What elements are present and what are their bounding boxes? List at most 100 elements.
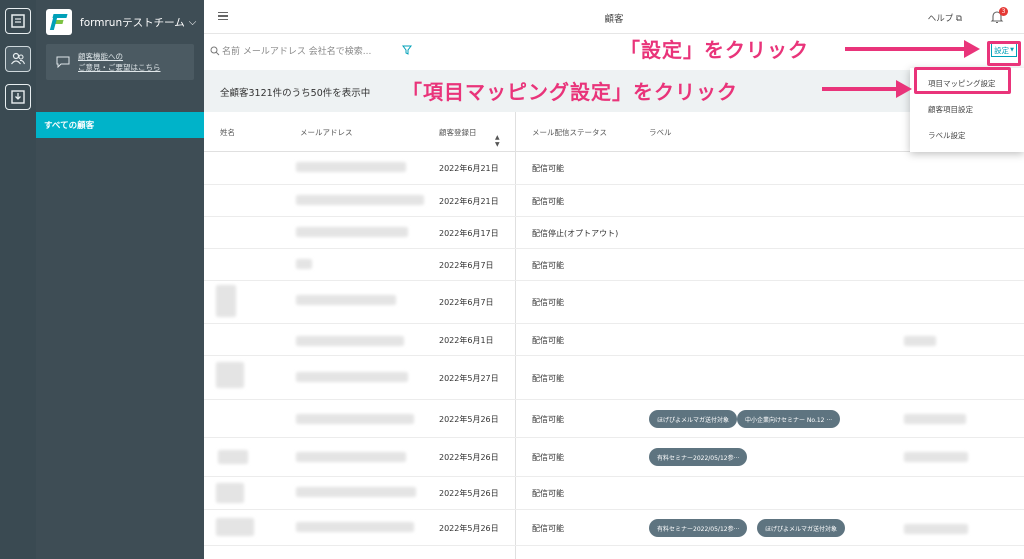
team-switcher[interactable]: formrunテストチーム ⌵	[46, 8, 196, 36]
table-row[interactable]: 2022年5月27日 配信可能	[204, 356, 1024, 400]
mail-status: 配信可能	[532, 197, 564, 206]
redacted-email	[296, 452, 406, 462]
redacted-email	[296, 195, 424, 205]
mail-status: 配信可能	[532, 524, 564, 533]
chevron-down-icon: ⌵	[188, 16, 197, 28]
filter-icon[interactable]	[402, 45, 412, 55]
inbox-download-icon[interactable]	[5, 84, 31, 110]
formrun-logo	[46, 9, 72, 35]
registered-date: 2022年5月26日	[439, 489, 499, 498]
mail-status: 配信可能	[532, 298, 564, 307]
registered-date: 2022年5月27日	[439, 374, 499, 383]
chat-bubble-icon	[56, 56, 70, 68]
redacted-email	[296, 227, 408, 237]
feedback-line2: ご意見・ご要望はこちら	[78, 63, 161, 72]
annotation-click-settings: 「設定」をクリック	[620, 38, 809, 62]
mail-status: 配信停止(オプトアウト)	[532, 229, 619, 238]
redacted-email	[296, 372, 408, 382]
label-tag[interactable]: 中小企業向けセミナー No.12 ···	[737, 410, 841, 428]
table-row[interactable]: 2022年6月7日 配信可能	[204, 249, 1024, 281]
registered-date: 2022年6月21日	[439, 197, 499, 206]
menu-item-label-settings[interactable]: ラベル設定	[928, 130, 966, 141]
icon-rail	[0, 0, 36, 559]
column-registered-date[interactable]: 顧客登録日	[439, 127, 477, 138]
sort-desc-icon[interactable]: ▲ ▼	[495, 134, 500, 148]
label-tag[interactable]: 有料セミナー2022/05/12参···	[649, 519, 748, 537]
mail-status: 配信可能	[532, 453, 564, 462]
arrow-right-icon	[964, 40, 980, 58]
search-bar: 設定▼	[204, 34, 1024, 70]
mapping-highlight-box	[914, 67, 1011, 94]
redacted-email	[296, 336, 404, 346]
registered-date: 2022年5月26日	[439, 524, 499, 533]
sidebar: formrunテストチーム ⌵ 顧客機能への ご意見・ご要望はこちら すべての顧…	[36, 0, 204, 559]
customers-icon[interactable]	[5, 46, 31, 72]
mail-status: 配信可能	[532, 415, 564, 424]
external-link-icon: ⧉	[953, 14, 962, 24]
redacted-name	[216, 285, 236, 317]
redacted-cell	[904, 414, 966, 424]
label-tag[interactable]: ほげぴよメルマガ送付対象	[757, 519, 846, 537]
search-input[interactable]	[222, 42, 400, 62]
redacted-cell	[904, 452, 968, 462]
forms-icon[interactable]	[5, 8, 31, 34]
sidebar-item-all-customers[interactable]: すべての顧客	[36, 112, 204, 138]
notification-badge: 3	[999, 7, 1008, 16]
redacted-name	[216, 483, 244, 503]
label-tag[interactable]: ほげぴよメルマガ送付対象	[649, 410, 738, 428]
table-row[interactable]: 2022年6月7日 配信可能	[204, 281, 1024, 324]
redacted-email	[296, 162, 406, 172]
table-row[interactable]: 2022年5月26日 配信可能	[204, 477, 1024, 510]
annotation-click-mapping: 「項目マッピング設定」をクリック	[402, 80, 738, 104]
annotation-arrow-mapping	[822, 87, 897, 91]
redacted-cell	[904, 336, 936, 346]
redacted-email	[296, 259, 312, 269]
feedback-link[interactable]: 顧客機能への ご意見・ご要望はこちら	[46, 44, 194, 80]
registered-date: 2022年5月26日	[439, 453, 499, 462]
menu-item-customer-fields[interactable]: 顧客項目設定	[928, 104, 973, 115]
table-row[interactable]: 2022年6月21日 配信可能	[204, 152, 1024, 185]
table-row[interactable]: 2022年6月21日 配信可能	[204, 185, 1024, 217]
registered-date: 2022年6月21日	[439, 164, 499, 173]
redacted-name	[216, 362, 244, 388]
mail-status: 配信可能	[532, 336, 564, 345]
mail-status: 配信可能	[532, 261, 564, 270]
help-link[interactable]: ヘルプ ⧉	[928, 12, 962, 24]
redacted-email	[296, 487, 416, 497]
mail-status: 配信可能	[532, 164, 564, 173]
table-row[interactable]: 2022年5月26日 配信可能 有料セミナー2022/05/12参··· ほげぴよメル…	[204, 510, 1024, 546]
registered-date: 2022年5月26日	[439, 415, 499, 424]
redacted-email	[296, 414, 414, 424]
arrow-right-icon	[896, 80, 912, 98]
table-row[interactable]: 2022年6月17日 配信停止(オプトアウト)	[204, 217, 1024, 249]
table-row[interactable]: 2022年5月26日 配信可能 ほげぴよメルマガ送付対象 中小企業向けセミナー No.…	[204, 400, 1024, 438]
redacted-name	[218, 450, 248, 464]
page-title: 顧客	[604, 14, 624, 25]
redacted-name	[216, 518, 254, 536]
table-header: 姓名 メールアドレス 顧客登録日 ▲ ▼ メール配信ステータス ラベル	[204, 112, 1024, 152]
registered-date: 2022年6月17日	[439, 229, 499, 238]
summary-text: 全顧客3121件のうち50件を表示中	[220, 88, 371, 99]
mail-status: 配信可能	[532, 489, 564, 498]
table-row[interactable]: 2022年5月26日 配信可能 有料セミナー2022/05/12参···	[204, 438, 1024, 477]
table-row[interactable]: 2022年6月1日 配信可能	[204, 324, 1024, 356]
registered-date: 2022年6月1日	[439, 336, 494, 345]
column-mail-status[interactable]: メール配信ステータス	[532, 127, 607, 138]
redacted-email	[296, 295, 396, 305]
label-tag[interactable]: 有料セミナー2022/05/12参···	[649, 448, 748, 466]
search-icon	[210, 46, 220, 56]
annotation-arrow-settings	[845, 47, 965, 51]
team-name: formrunテストチーム	[80, 16, 185, 29]
mail-status: 配信可能	[532, 374, 564, 383]
registered-date: 2022年6月7日	[439, 298, 494, 307]
feedback-line1: 顧客機能への	[78, 52, 123, 61]
redacted-email	[296, 522, 414, 532]
column-name[interactable]: 姓名	[220, 127, 235, 138]
column-email[interactable]: メールアドレス	[300, 127, 353, 138]
help-label: ヘルプ	[927, 14, 954, 24]
settings-highlight-box	[987, 41, 1021, 66]
top-bar: 顧客 ヘルプ ⧉ 3	[204, 0, 1024, 34]
column-label[interactable]: ラベル	[649, 127, 672, 138]
registered-date: 2022年6月7日	[439, 261, 494, 270]
redacted-cell	[904, 524, 968, 534]
